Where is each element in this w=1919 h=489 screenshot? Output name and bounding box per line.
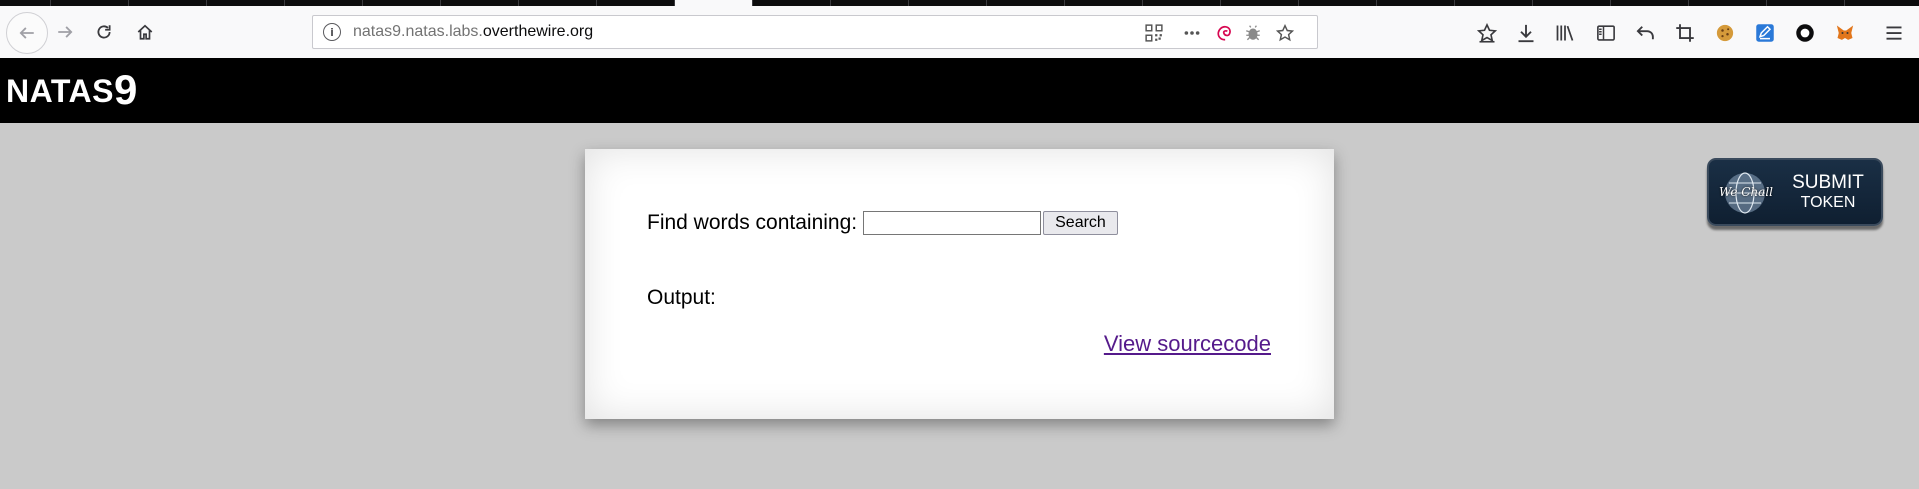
bug-icon[interactable] xyxy=(1242,22,1264,44)
navigation-toolbar: i natas9.natas.labs.overthewire.org xyxy=(0,6,1919,59)
info-icon[interactable]: i xyxy=(323,23,341,41)
more-actions-icon[interactable] xyxy=(1181,22,1203,44)
reload-icon xyxy=(97,25,111,39)
view-sourcecode-link[interactable]: View sourcecode xyxy=(1104,331,1271,357)
arrow-left-icon xyxy=(19,27,34,39)
wechall-brand: We Chall xyxy=(1718,185,1773,199)
library-icon[interactable] xyxy=(1554,22,1576,44)
page-header: NATAS9 xyxy=(0,58,1919,123)
cookie-icon[interactable] xyxy=(1714,22,1736,44)
submit-token-button[interactable]: We Chall SUBMIT TOKEN xyxy=(1707,158,1883,226)
url-prefix: natas9.natas.labs. xyxy=(353,23,483,40)
forward-button[interactable] xyxy=(49,16,81,48)
search-form: Find words containing: Search xyxy=(647,211,1118,235)
qr-code-icon[interactable] xyxy=(1143,22,1165,44)
home-icon xyxy=(137,24,153,40)
bookmark-star-icon[interactable] xyxy=(1274,22,1296,44)
url-bar[interactable]: i natas9.natas.labs.overthewire.org xyxy=(312,15,1318,49)
arrow-right-icon xyxy=(58,26,73,38)
url-host: overthewire.org xyxy=(482,23,594,40)
output-label: Output: xyxy=(647,286,716,309)
download-icon[interactable] xyxy=(1515,22,1537,44)
find-label: Find words containing: xyxy=(647,211,858,234)
submit-text: SUBMIT xyxy=(1792,171,1864,193)
undo-icon[interactable] xyxy=(1635,22,1657,44)
page-title: NATAS9 xyxy=(6,66,138,114)
wechall-logo: We Chall xyxy=(1709,162,1783,222)
title-text: NATAS xyxy=(6,73,114,109)
search-input[interactable] xyxy=(863,211,1042,235)
back-button[interactable] xyxy=(6,12,48,54)
hamburger-menu-icon[interactable] xyxy=(1883,22,1905,44)
search-button[interactable]: Search xyxy=(1043,211,1118,235)
saved-to-pocket-icon[interactable] xyxy=(1476,22,1498,44)
home-button[interactable] xyxy=(129,16,161,48)
crop-icon[interactable] xyxy=(1674,22,1696,44)
circle-extension-icon[interactable] xyxy=(1794,22,1816,44)
token-text: TOKEN xyxy=(1800,193,1856,211)
reload-button[interactable] xyxy=(88,16,120,48)
title-level-number: 9 xyxy=(113,66,138,113)
submit-token-label: SUBMIT TOKEN xyxy=(1783,173,1873,212)
debian-swirl-icon[interactable] xyxy=(1213,22,1235,44)
metamask-fox-icon[interactable] xyxy=(1834,22,1856,44)
edit-note-icon[interactable] xyxy=(1754,22,1776,44)
content-card: Find words containing: Search Output: Vi… xyxy=(585,149,1334,419)
url-text[interactable]: natas9.natas.labs.overthewire.org xyxy=(353,23,593,41)
sidebar-icon[interactable] xyxy=(1595,22,1617,44)
